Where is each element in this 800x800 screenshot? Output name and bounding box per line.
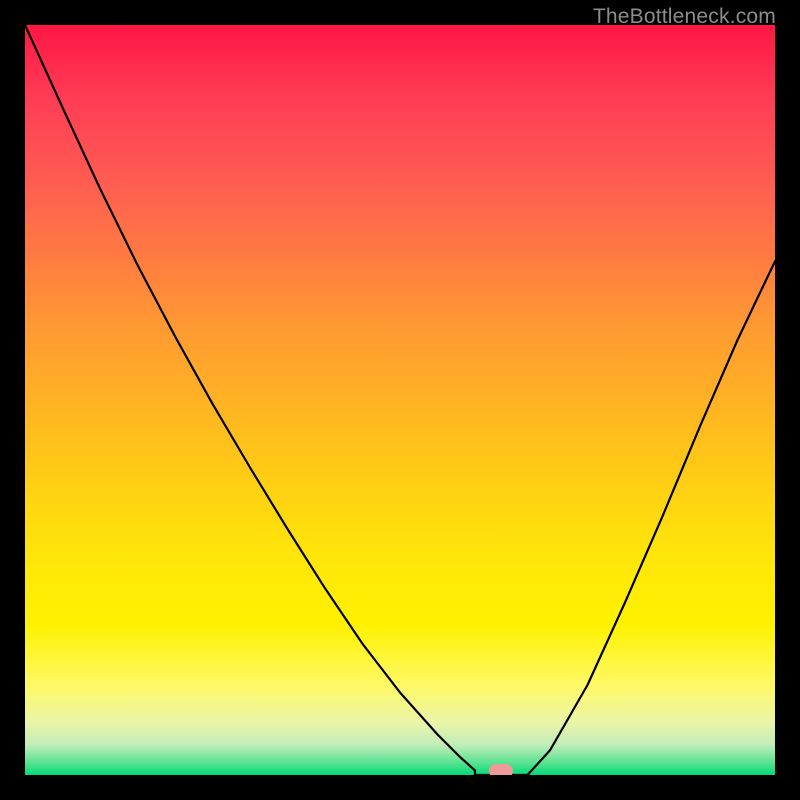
watermark-text: TheBottleneck.com [593, 5, 776, 29]
chart-frame: TheBottleneck.com [0, 0, 800, 800]
bottleneck-curve [25, 25, 775, 775]
optimal-marker [489, 764, 513, 775]
plot-area [25, 25, 775, 775]
